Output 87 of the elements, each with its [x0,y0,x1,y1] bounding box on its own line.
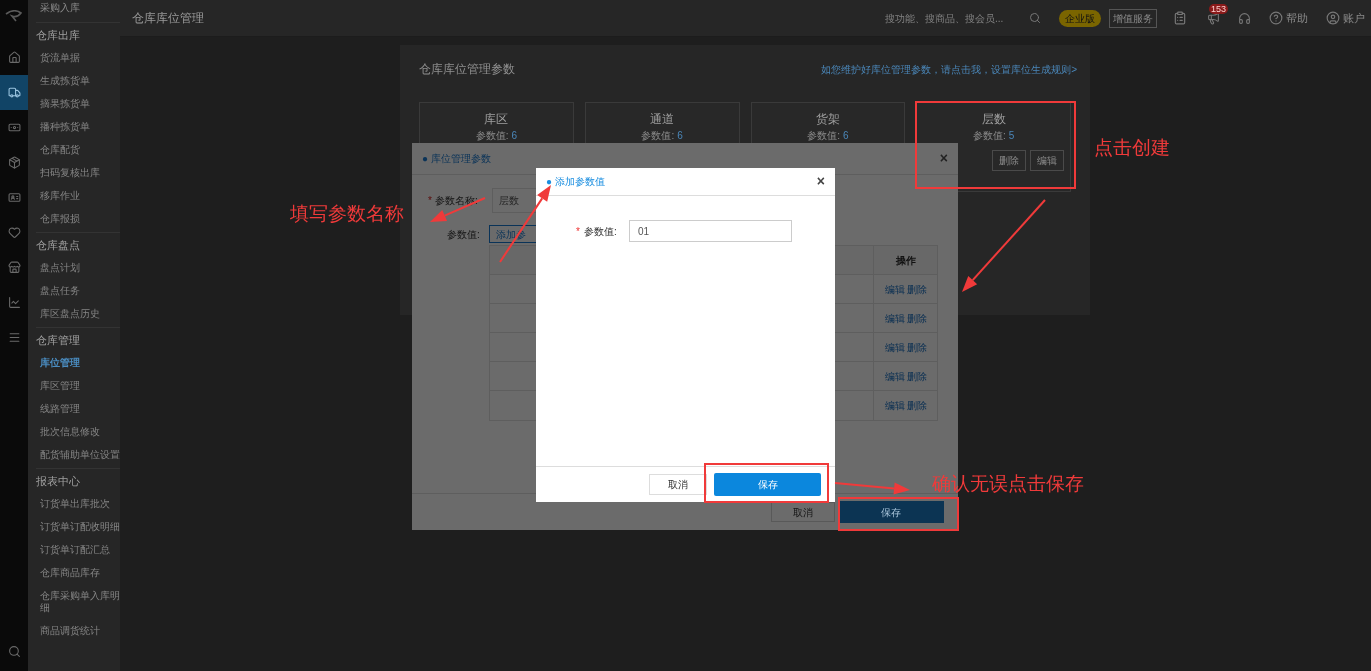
row-action-link[interactable]: 编辑 [884,398,905,413]
sidebar-item[interactable]: 货流单据 [36,46,120,69]
page-title: 仓库库位管理 [132,10,204,27]
card-value: 6 [511,129,518,143]
search-field[interactable]: 搜功能、搜商品、搜会员... [885,10,1021,26]
card-title: 货架 [815,112,840,126]
card-title: 层数 [981,112,1006,126]
sidebar-item[interactable]: 订货单订配收明细 [36,515,120,538]
sidebar-item[interactable]: 摘果拣货单 [36,92,120,115]
dialog-title: ● 添加参数值 [546,175,605,189]
cancel-button[interactable]: 取消 [649,474,707,495]
sidebar-item[interactable]: 采购入库 [36,2,120,14]
column-header: 操作 [873,246,937,274]
sidebar-item[interactable]: 库区盘点历史 [36,302,120,325]
help-link[interactable]: 帮助 [1286,9,1308,27]
clipboard-icon[interactable] [1173,11,1187,25]
sidebar-item[interactable]: 移库作业 [36,184,120,207]
card-value: 6 [677,129,683,143]
dialog-title: ● 库位管理参数 [422,152,491,166]
close-button[interactable]: × [939,148,948,169]
card-value-label: 参数值: [641,129,675,143]
service-button[interactable]: 增值服务 [1109,8,1157,28]
row-action-link[interactable]: 编辑 [884,310,905,326]
sidebar-item[interactable]: 库位管理 [36,351,120,374]
annotation-text: 点击创建 [1094,136,1170,160]
sidebar-item[interactable]: 库区管理 [36,374,120,397]
sidebar-item[interactable]: 仓库商品库存 [36,561,120,584]
row-action-link[interactable]: 删除 [906,398,927,413]
notification-badge: 153 [1209,3,1229,14]
row-action-link[interactable]: 删除 [906,281,927,297]
sidebar-item[interactable]: 生成拣货单 [36,69,120,92]
sidebar-group-title: 仓库管理 [36,333,81,348]
parameter-value-field[interactable]: 01 [628,220,792,242]
truck-icon[interactable] [0,75,28,110]
card-action-button[interactable]: 编辑 [1030,150,1064,171]
cancel-button[interactable]: 取消 [771,502,835,522]
field-label: 参数值: [583,224,618,239]
headset-icon[interactable] [1238,11,1251,25]
sidebar-item[interactable]: 扫码复核出库 [36,161,120,184]
save-button[interactable]: 保存 [838,501,944,523]
help-icon[interactable] [1269,11,1283,25]
edition-badge: 企业版 [1059,9,1101,27]
card-value: 6 [843,129,849,143]
field-label: 参数名称: [434,194,479,208]
row-action-link[interactable]: 删除 [906,310,927,326]
row-action-link[interactable]: 编辑 [884,339,905,355]
section-title: 仓库库位管理参数 [419,61,515,78]
sidebar-item[interactable]: 播种拣货单 [36,115,120,138]
row-action-link[interactable]: 编辑 [884,368,905,384]
logo-icon [5,10,23,22]
card-title: 库区 [484,112,509,126]
rules-link[interactable]: 如您维护好库位管理参数，请点击我，设置库位生成规则> [821,61,1077,77]
sidebar-item[interactable]: 仓库采购单入库明细 [36,584,120,619]
row-action-link[interactable]: 删除 [906,368,927,384]
annotation-text: 确认无误点击保存 [932,472,1084,496]
row-action-link[interactable]: 删除 [906,339,927,355]
field-label: 参数值: [447,227,481,242]
sidebar-item[interactable]: 仓库报损 [36,207,120,230]
sidebar-group-title: 仓库出库 [36,28,81,43]
sidebar-group-title: 仓库盘点 [36,238,81,253]
sidebar-item[interactable]: 配货辅助单位设置 [36,443,120,466]
card-title: 通道 [650,112,675,126]
sidebar-item[interactable]: 盘点任务 [36,279,120,302]
sidebar-group-title: 报表中心 [36,474,81,489]
megaphone-icon[interactable] [1207,11,1220,25]
card-action-button[interactable]: 删除 [992,150,1026,171]
annotation-text: 填写参数名称 [290,202,404,226]
required-mark: * [576,224,580,239]
card-value-label: 参数值: [475,129,509,143]
sidebar-item[interactable]: 盘点计划 [36,256,120,279]
required-mark: * [428,194,432,208]
account-link[interactable]: 账户 [1343,9,1365,27]
sidebar-item[interactable]: 商品调货统计 [36,619,120,642]
sidebar-item[interactable]: 仓库配货 [36,138,120,161]
row-action-link[interactable]: 编辑 [884,281,905,297]
annotation-arrow [430,197,486,222]
card-value: 5 [1008,129,1015,143]
card-value-label: 参数值: [807,129,840,143]
sidebar-item[interactable]: 批次信息修改 [36,420,120,443]
card-value-label: 参数值: [972,129,1006,143]
sidebar-item[interactable]: 订货单订配汇总 [36,538,120,561]
close-button[interactable]: × [816,171,825,192]
sidebar-item[interactable]: 订货单出库批次 [36,492,120,515]
search-icon[interactable] [1029,12,1041,24]
sidebar-item[interactable]: 线路管理 [36,397,120,420]
save-button[interactable]: 保存 [714,473,821,496]
user-icon[interactable] [1326,11,1340,25]
